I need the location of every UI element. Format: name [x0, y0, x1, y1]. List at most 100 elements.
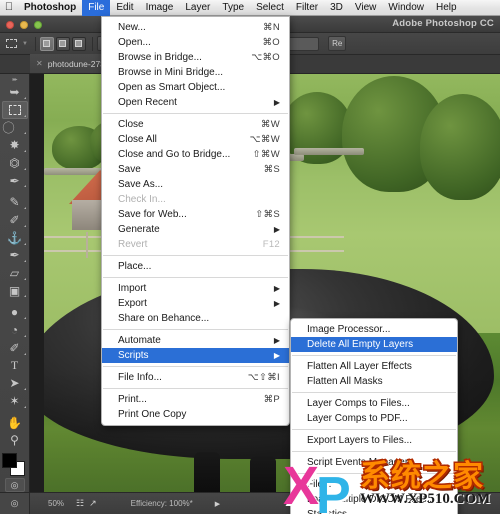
camera-icon[interactable]: ☷: [76, 498, 84, 509]
minimize-button[interactable]: [20, 21, 28, 29]
menu-view[interactable]: View: [349, 0, 383, 16]
lasso-tool[interactable]: ⃝: [2, 119, 28, 137]
chevron-right-icon[interactable]: ▶: [215, 500, 220, 508]
menu-3d[interactable]: 3D: [324, 0, 349, 16]
crop-tool[interactable]: ⏣: [2, 154, 28, 172]
share-icon[interactable]: ↗: [89, 498, 97, 509]
file-menu-item[interactable]: Close and Go to Bridge...⇧⌘W: [102, 147, 289, 162]
file-menu-separator: [103, 255, 288, 256]
scripts-menu-item[interactable]: Load multiple DICOM Files...: [291, 492, 457, 507]
file-menu-item[interactable]: Import▶: [102, 281, 289, 296]
file-menu-item-label: Close: [118, 119, 261, 130]
add-to-selection-button[interactable]: [56, 37, 70, 51]
hand-tool[interactable]: ✋: [2, 414, 28, 432]
foreground-color-swatch[interactable]: [2, 453, 17, 468]
file-menu-item[interactable]: New...⌘N: [102, 20, 289, 35]
menu-file[interactable]: File: [82, 0, 110, 16]
scripts-menu-item[interactable]: Statistics...: [291, 507, 457, 514]
file-menu-item[interactable]: Scripts▶: [102, 348, 289, 363]
file-menu-item[interactable]: Open...⌘O: [102, 35, 289, 50]
file-menu-item-label: Revert: [118, 239, 263, 250]
file-menu-item[interactable]: Share on Behance...: [102, 311, 289, 326]
submenu-arrow-icon: ▶: [274, 351, 280, 360]
file-menu-item-shortcut: ⌘O: [263, 37, 281, 48]
type-tool[interactable]: T: [2, 357, 28, 375]
custom-shape-tool[interactable]: ✶: [2, 392, 28, 410]
menu-help[interactable]: Help: [430, 0, 463, 16]
file-menu-item[interactable]: Save for Web...⇧⌘S: [102, 207, 289, 222]
color-swatches[interactable]: [2, 453, 28, 473]
chevron-down-icon[interactable]: ▼: [22, 41, 28, 47]
scripts-menu-item[interactable]: Script Events Manager...: [291, 455, 457, 470]
eyedropper-tool[interactable]: ✒: [2, 172, 28, 190]
scripts-menu-item[interactable]: Layer Comps to PDF...: [291, 411, 457, 426]
file-menu-item[interactable]: Browse in Bridge...⌥⌘O: [102, 50, 289, 65]
scripts-menu-item[interactable]: File...: [291, 477, 457, 492]
scripts-submenu[interactable]: Image Processor...Delete All Empty Layer…: [290, 318, 458, 514]
file-menu-item[interactable]: Close All⌥⌘W: [102, 132, 289, 147]
file-menu-item[interactable]: Print...⌘P: [102, 392, 289, 407]
file-menu-item[interactable]: Export▶: [102, 296, 289, 311]
magic-wand-tool[interactable]: ✸: [2, 136, 28, 154]
blur-tool[interactable]: ●: [2, 304, 28, 322]
file-menu-item[interactable]: Open as Smart Object...: [102, 80, 289, 95]
preview-icon[interactable]: ◎: [0, 493, 30, 514]
scripts-menu-item[interactable]: Export Layers to Files...: [291, 433, 457, 448]
file-menu-item-label: Print One Copy: [118, 409, 280, 420]
file-menu-item[interactable]: Automate▶: [102, 333, 289, 348]
zoom-tool[interactable]: ⚲: [2, 431, 28, 449]
path-selection-tool[interactable]: ➤: [2, 374, 28, 392]
clone-stamp-tool[interactable]: ⚓: [2, 229, 28, 247]
file-menu-item[interactable]: Print One Copy: [102, 407, 289, 422]
file-menu-item[interactable]: Save⌘S: [102, 162, 289, 177]
file-menu-dropdown[interactable]: New...⌘NOpen...⌘OBrowse in Bridge...⌥⌘OB…: [101, 16, 290, 426]
file-menu-item[interactable]: Save As...: [102, 177, 289, 192]
scripts-menu-item-label: Flatten All Masks: [307, 376, 448, 387]
dodge-tool[interactable]: ◔: [2, 321, 28, 339]
menu-window[interactable]: Window: [382, 0, 430, 16]
pen-tool[interactable]: ✐: [2, 339, 28, 357]
photoshop-window:  Photoshop File Edit Image Layer Type S…: [0, 0, 500, 514]
menu-image[interactable]: Image: [140, 0, 180, 16]
eraser-tool[interactable]: ▱: [2, 264, 28, 282]
scripts-menu-item[interactable]: Image Processor...: [291, 322, 457, 337]
subtract-from-selection-button[interactable]: [72, 37, 86, 51]
file-menu-item[interactable]: Generate▶: [102, 222, 289, 237]
file-menu-item[interactable]: Place...: [102, 259, 289, 274]
menu-type[interactable]: Type: [216, 0, 250, 16]
brush-tool[interactable]: ✐: [2, 211, 28, 229]
new-selection-button[interactable]: [40, 37, 54, 51]
panel-collapse-icon[interactable]: ▸▸: [0, 76, 29, 84]
menu-edit[interactable]: Edit: [110, 0, 139, 16]
spot-healing-brush-tool[interactable]: ✎: [2, 194, 28, 212]
file-menu-item[interactable]: Browse in Mini Bridge...: [102, 65, 289, 80]
scripts-menu-item[interactable]: Delete All Empty Layers: [291, 337, 457, 352]
rectangular-marquee-icon[interactable]: [0, 33, 22, 55]
move-tool[interactable]: ➥: [2, 84, 28, 102]
file-menu-item[interactable]: Open Recent▶: [102, 95, 289, 110]
file-menu-item-label: Generate: [118, 224, 274, 235]
history-brush-tool[interactable]: ✒: [2, 247, 28, 265]
os-menu-bar:  Photoshop File Edit Image Layer Type S…: [0, 0, 500, 16]
scripts-menu-item[interactable]: Layer Comps to Files...: [291, 396, 457, 411]
close-icon[interactable]: ✕: [36, 59, 43, 68]
zoom-level[interactable]: 50%: [48, 499, 64, 508]
file-menu-item-label: Browse in Bridge...: [118, 52, 251, 63]
file-menu-item[interactable]: File Info...⌥⇧⌘I: [102, 370, 289, 385]
gradient-tool[interactable]: ▣: [2, 282, 28, 300]
scripts-menu-item[interactable]: Flatten All Masks: [291, 374, 457, 389]
menu-select[interactable]: Select: [250, 0, 290, 16]
refine-edge-button[interactable]: Re: [328, 36, 346, 51]
scripts-menu-item[interactable]: Flatten All Layer Effects: [291, 359, 457, 374]
menu-photoshop[interactable]: Photoshop: [18, 0, 82, 16]
file-menu-item[interactable]: Close⌘W: [102, 117, 289, 132]
tools-panel: ▸▸ ➥ ⃝ ✸ ⏣ ✒ ✎ ✐ ⚓ ✒ ▱ ▣ ● ◔ ✐ T ➤ ✶ ✋ ⚲…: [0, 74, 30, 492]
menu-filter[interactable]: Filter: [290, 0, 324, 16]
quick-mask-button[interactable]: ◎: [5, 478, 25, 492]
zoom-button[interactable]: [34, 21, 42, 29]
app-title: Adobe Photoshop CC: [392, 18, 494, 29]
apple-logo-icon[interactable]: : [0, 2, 18, 14]
menu-layer[interactable]: Layer: [179, 0, 216, 16]
rectangular-marquee-tool[interactable]: [2, 101, 28, 119]
close-button[interactable]: [6, 21, 14, 29]
